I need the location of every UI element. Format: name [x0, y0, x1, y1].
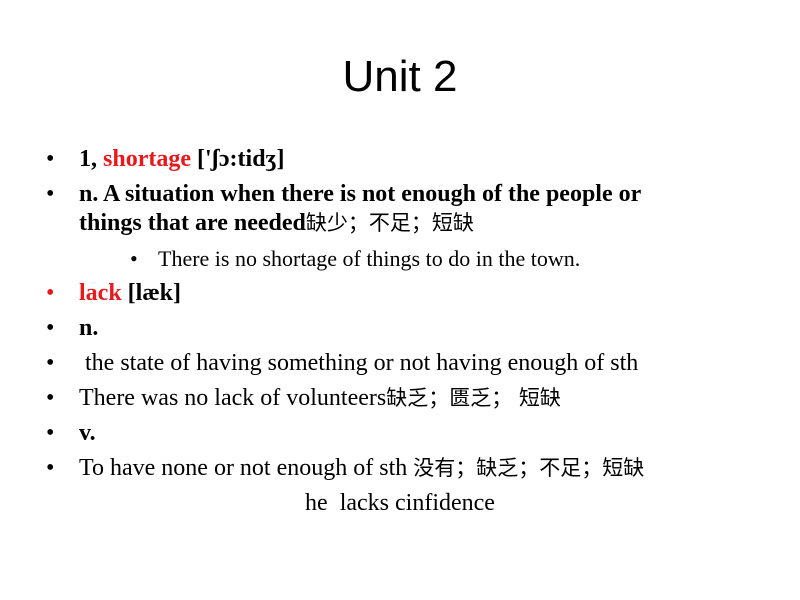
bullet: •	[46, 385, 55, 411]
bullet: •	[46, 280, 55, 306]
definition-line: To have none or not enough of sth	[79, 455, 414, 481]
vocab-word: lack	[79, 280, 122, 306]
bullet: •	[46, 455, 55, 481]
item-number: 1,	[79, 146, 103, 172]
bullet: •	[46, 146, 55, 172]
slide-title: Unit 2	[342, 52, 458, 101]
bullet: •	[46, 420, 55, 446]
definition-line: the state of having something or not hav…	[79, 350, 639, 376]
bullet: •	[46, 315, 55, 341]
example-sentence: There was no lack of volunteers	[79, 385, 387, 411]
definition-line: n. A situation when there is not enough …	[79, 181, 642, 207]
bullet: •	[130, 246, 138, 271]
list-item: • n. A situation when there is not enoug…	[0, 180, 800, 240]
part-of-speech: n.	[79, 315, 99, 341]
vocab-word: shortage	[103, 146, 191, 172]
phonetic: [læk]	[121, 280, 182, 306]
chinese-translation: 缺乏；匮乏； 短缺	[386, 386, 561, 410]
chinese-translation: 缺少；不足；短缺	[305, 211, 474, 235]
phonetic: ['ʃɔ:tidʒ]	[190, 146, 285, 172]
bullet: •	[46, 181, 55, 207]
bullet: •	[46, 350, 55, 376]
chinese-translation: 没有；缺乏；不足；短缺	[413, 456, 645, 480]
part-of-speech: v.	[79, 420, 96, 446]
example-sentence: he lacks cinfidence	[305, 490, 495, 516]
example-sentence: There is no shortage of things to do in …	[158, 246, 581, 271]
definition-line: things that are needed	[79, 210, 306, 236]
